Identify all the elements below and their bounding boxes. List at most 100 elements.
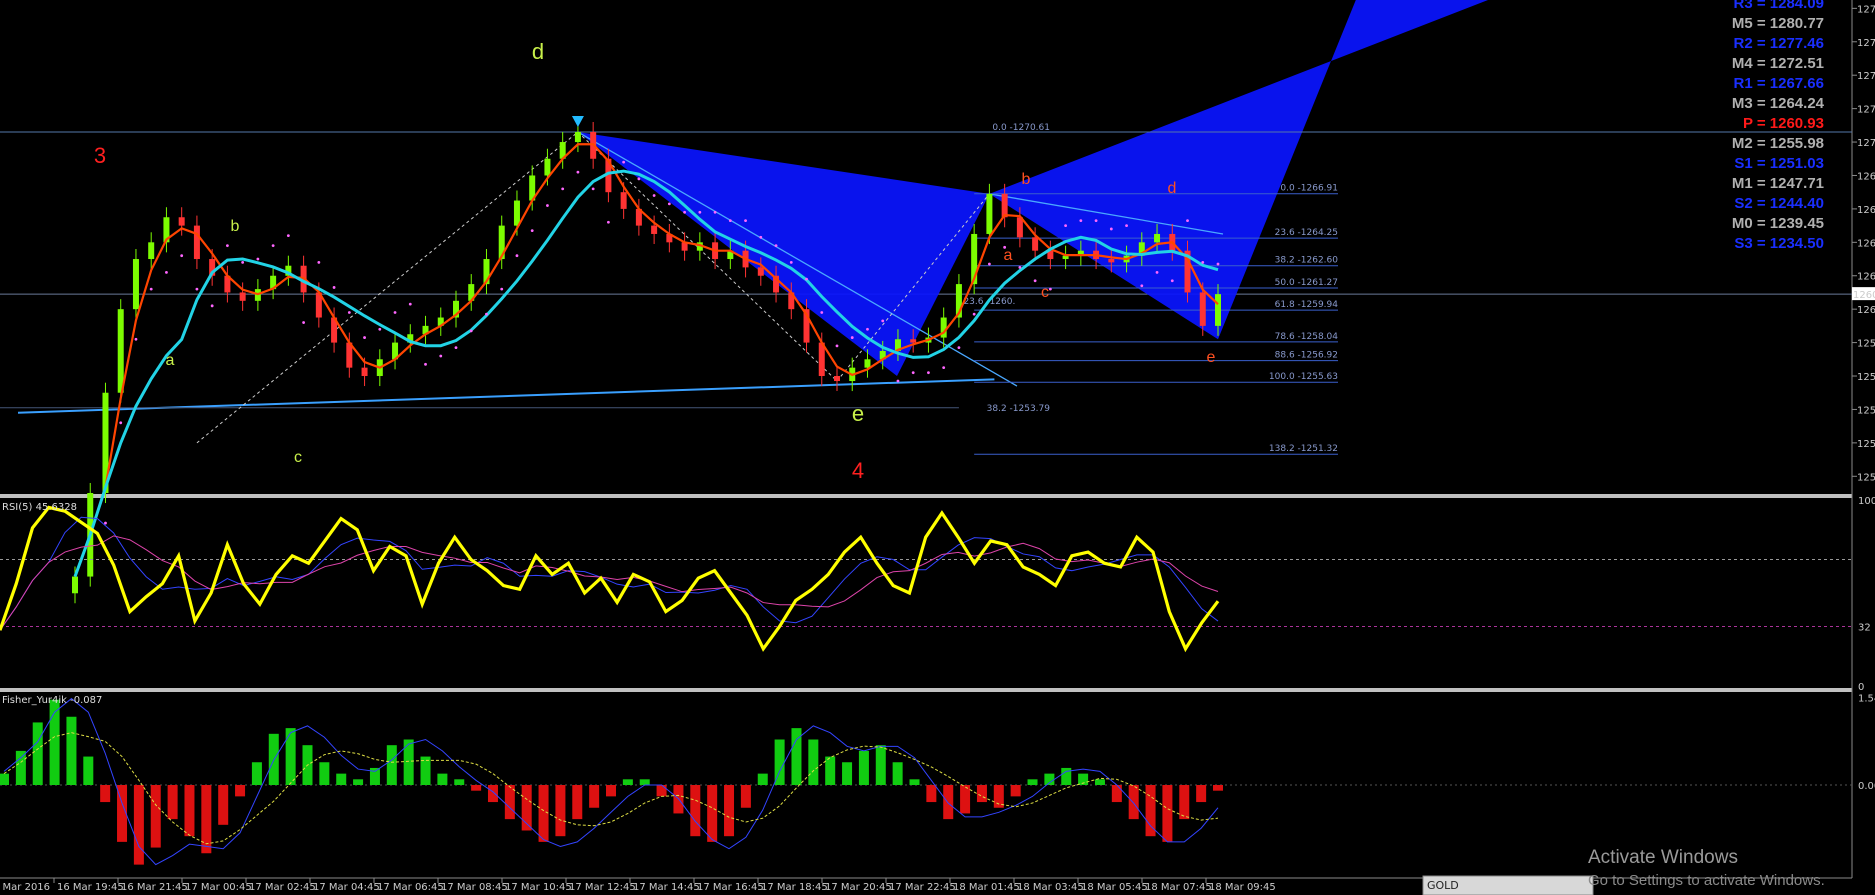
fisher-histogram-bar	[1111, 785, 1122, 803]
fisher-histogram-bar	[639, 779, 650, 785]
fisher-histogram-bar	[960, 785, 971, 814]
price-tick-label: 1252	[1857, 439, 1875, 450]
fibonacci-level-label: 61.8 -1259.94	[1275, 300, 1339, 310]
sar-dot	[180, 254, 184, 258]
candle-body	[72, 576, 78, 594]
time-tick-label: 17 Mar 16:45	[697, 882, 764, 893]
fisher-histogram-bar	[555, 785, 566, 837]
time-tick-label: 6 Mar 2016	[0, 882, 50, 893]
sar-dot	[896, 379, 900, 383]
candle-body	[757, 267, 764, 276]
candle-body	[1199, 292, 1206, 326]
fisher-histogram-bar	[572, 785, 583, 820]
sar-dot	[469, 329, 473, 333]
candle-body	[513, 200, 520, 226]
sar-dot	[1186, 219, 1189, 222]
sar-dot	[1018, 265, 1022, 269]
sar-dot	[1048, 287, 1052, 291]
sar-dot	[652, 194, 656, 197]
sar-dot	[637, 177, 641, 181]
fisher-histogram-bar	[724, 785, 735, 837]
pivot-level-label: M1 = 1247.71	[1732, 175, 1824, 192]
sar-dot	[485, 312, 488, 316]
candle-body	[193, 225, 200, 260]
sar-dot	[683, 210, 686, 214]
price-tick-label: 1272	[1857, 105, 1875, 116]
candle-body	[178, 217, 185, 226]
price-tick-label: 1260	[1857, 305, 1875, 316]
price-tick-label: 1274	[1857, 71, 1875, 82]
sar-dot	[728, 219, 732, 222]
fisher-histogram-bar	[1145, 785, 1156, 837]
fisher-histogram-bar	[471, 785, 482, 791]
sar-dot	[149, 287, 153, 291]
price-tick-label: 1254	[1857, 405, 1875, 416]
rsi-tick-label: 100	[1858, 496, 1875, 507]
candle-body	[1001, 193, 1008, 218]
fisher-histogram-bar	[825, 756, 836, 785]
pivot-levels-legend: R3 = 1284.09 M5 = 1280.77 R2 = 1277.46 M4 =…	[1732, 0, 1825, 252]
fisher-histogram-bar	[1162, 785, 1173, 842]
price-tick-label: 1268	[1857, 171, 1875, 182]
time-tick-label: 17 Mar 20:45	[825, 882, 892, 893]
pivot-level-label: R3 = 1284.09	[1734, 0, 1825, 12]
time-tick-label: 17 Mar 22:45	[889, 882, 956, 893]
time-tick-label: 17 Mar 08:45	[441, 882, 508, 893]
time-tick-label: 17 Mar 18:45	[761, 882, 828, 893]
sar-dot	[881, 319, 885, 323]
sar-dot	[835, 344, 839, 348]
price-tick-label: 1264	[1857, 238, 1875, 249]
sar-dot	[850, 336, 854, 339]
sar-dot	[1033, 279, 1037, 283]
activate-windows-subtitle: Go to Settings to activate Windows.	[1588, 872, 1825, 889]
time-tick-label: 17 Mar 06:45	[377, 882, 444, 893]
elliott-wave-label: b	[1022, 171, 1031, 188]
fisher-histogram-bar	[504, 785, 515, 820]
price-tick-label: 1278	[1857, 4, 1875, 15]
sar-dot	[363, 336, 366, 339]
fisher-histogram-bar	[740, 785, 751, 808]
fisher-histogram-bar	[892, 762, 903, 785]
fisher-histogram-bar	[150, 785, 161, 848]
candle-body	[132, 259, 139, 310]
time-tick-label: 18 Mar 09:45	[1209, 882, 1276, 893]
elliott-wave-label: d	[1168, 180, 1177, 197]
price-tick-label: 1276	[1857, 38, 1875, 49]
current-price-tag-label: 1260	[1853, 290, 1875, 301]
sar-dot	[332, 286, 336, 289]
fisher-histogram-bar	[589, 785, 600, 808]
time-tick-label: 18 Mar 05:45	[1081, 882, 1148, 893]
fisher-histogram-bar	[487, 785, 498, 803]
fisher-tick-label: 0.00	[1858, 781, 1875, 792]
sar-dot	[210, 304, 214, 308]
fibonacci-level-label: 78.6 -1258.04	[1275, 332, 1339, 342]
sar-dot	[667, 202, 671, 206]
elliott-wave-label: e	[852, 401, 864, 426]
chart-background	[0, 0, 1875, 895]
fibonacci-level-label: 38.2 -1253.79	[987, 404, 1051, 414]
time-tick-label: 16 Mar 19:45	[57, 882, 124, 893]
fisher-histogram-bar	[319, 762, 330, 785]
elliott-wave-label: c	[294, 449, 302, 466]
candle-body	[834, 376, 840, 382]
fisher-histogram-bar	[353, 779, 364, 785]
time-tick-label: 16 Mar 21:45	[121, 882, 188, 893]
fibonacci-level-label: 0.0 -1266.91	[1280, 184, 1338, 194]
candle-body	[361, 367, 368, 377]
fisher-histogram-bar	[538, 785, 549, 842]
sar-dot	[820, 311, 824, 314]
activate-windows-title: Activate Windows	[1588, 847, 1738, 868]
fisher-histogram-bar	[1196, 785, 1207, 803]
sar-dot	[805, 277, 808, 281]
sar-dot	[546, 204, 549, 207]
panel-separator-rsi[interactable]	[0, 688, 1852, 692]
candle-body	[117, 309, 124, 393]
rsi-tick-label: 0	[1858, 682, 1864, 693]
fisher-histogram-bar	[909, 779, 920, 785]
panel-separator-main[interactable]	[0, 494, 1852, 498]
trading-chart[interactable]: 0.0 -1266.91 23.6 -1264.25 38.2 -1262.60 50…	[0, 0, 1875, 895]
fisher-histogram-bar	[606, 785, 616, 797]
fisher-histogram-bar	[622, 779, 633, 785]
fisher-histogram-bar	[403, 739, 414, 785]
price-tick-label: 1250	[1857, 472, 1875, 483]
